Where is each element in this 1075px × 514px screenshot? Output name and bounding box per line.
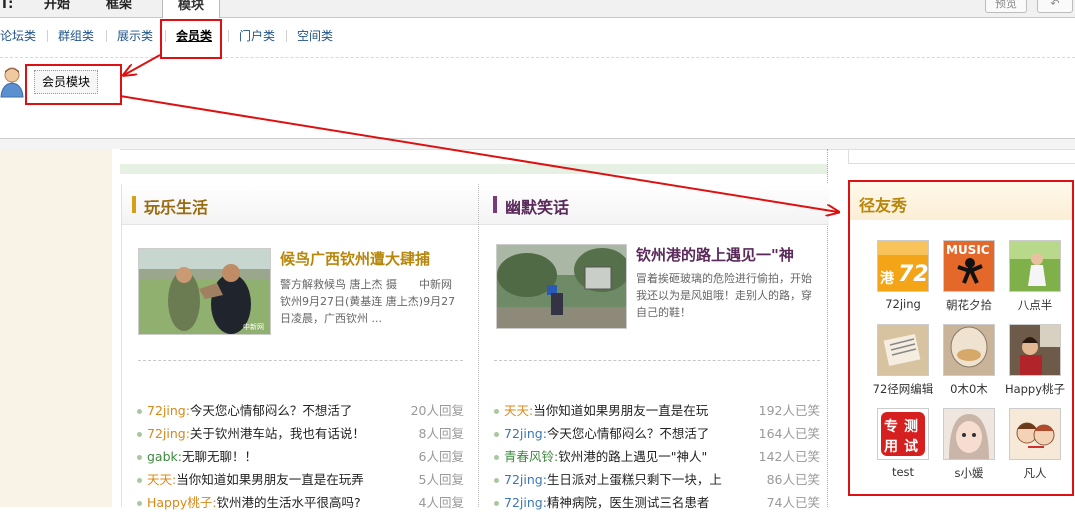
annotation-arrows	[119, 54, 1075, 507]
